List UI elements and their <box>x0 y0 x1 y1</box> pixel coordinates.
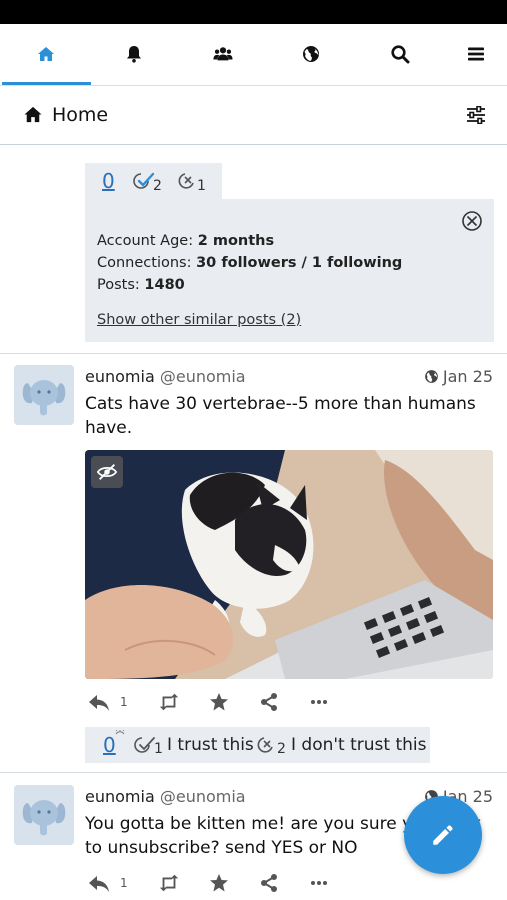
reply-count: 1 <box>120 695 128 709</box>
post-actions: 1 <box>88 690 338 714</box>
reply-button[interactable]: 1 <box>88 690 128 714</box>
post-content: Cats have 30 vertebrae--5 more than huma… <box>85 394 476 438</box>
date-text: Jan 25 <box>442 367 493 386</box>
page-title: Home <box>52 104 109 126</box>
favourite-button[interactable] <box>208 871 230 895</box>
tab-notifications[interactable] <box>90 24 178 84</box>
retweet-icon <box>159 874 179 892</box>
tab-home[interactable] <box>2 24 90 84</box>
distrust-count: 1 <box>197 178 206 194</box>
retweet-icon <box>159 693 179 711</box>
post-count: Posts: 1480 <box>97 277 185 293</box>
more-button[interactable] <box>308 871 330 895</box>
author[interactable]: eunomia @eunomia <box>85 787 246 806</box>
reply-count: 1 <box>120 876 128 890</box>
search-icon <box>391 45 410 64</box>
active-tab-indicator <box>2 82 91 85</box>
globe-icon <box>425 370 438 383</box>
distrust-count: 2 <box>277 741 286 757</box>
share-button[interactable] <box>258 690 280 714</box>
account-info-box: Account Age: 2 months Connections: 30 fo… <box>85 199 494 342</box>
tab-local[interactable] <box>179 24 267 84</box>
tab-federated[interactable] <box>267 24 355 84</box>
sliders-icon[interactable] <box>466 106 486 124</box>
reply-icon <box>89 695 109 711</box>
display-name: eunomia <box>85 787 155 806</box>
bell-icon <box>127 46 141 63</box>
divider <box>0 772 507 773</box>
boost-button[interactable] <box>158 690 180 714</box>
close-icon[interactable] <box>461 210 483 232</box>
avatar[interactable] <box>14 365 74 425</box>
pencil-icon <box>433 825 453 845</box>
ellipsis-icon <box>311 881 327 885</box>
account-age: Account Age: 2 months <box>97 233 275 249</box>
ellipsis-icon <box>311 700 327 704</box>
trust-check-icon[interactable] <box>133 171 155 191</box>
tab-menu[interactable] <box>432 24 507 84</box>
boost-button[interactable] <box>158 871 180 895</box>
star-icon <box>210 693 228 711</box>
star-icon <box>210 874 228 892</box>
globe-icon <box>303 46 319 62</box>
divider <box>0 353 507 354</box>
display-name: eunomia <box>85 367 155 386</box>
share-icon <box>261 693 277 711</box>
distrust-x-icon[interactable] <box>257 735 277 755</box>
compose-button[interactable] <box>404 796 482 874</box>
menu-icon <box>468 47 484 61</box>
author[interactable]: eunomia @eunomia <box>85 367 246 386</box>
more-button[interactable] <box>308 690 330 714</box>
favourite-button[interactable] <box>208 690 230 714</box>
cat-photo <box>85 450 493 679</box>
eye-slash-icon <box>96 464 118 480</box>
trust-label[interactable]: I trust this <box>167 735 254 755</box>
trust-score[interactable]: 0 <box>103 733 116 757</box>
trust-count: 2 <box>153 178 162 194</box>
trust-check-icon[interactable] <box>134 735 156 755</box>
post-date[interactable]: Jan 25 <box>424 367 493 386</box>
distrust-label[interactable]: I don't trust this <box>291 735 427 755</box>
column-header: Home <box>0 86 507 145</box>
eye-icon <box>115 730 125 735</box>
status-bar <box>0 0 507 24</box>
trust-count: 1 <box>154 741 163 757</box>
reply-icon <box>89 876 109 892</box>
distrust-x-icon[interactable] <box>178 171 198 191</box>
elephant-icon <box>14 785 74 845</box>
trust-bar: 0 2 1 <box>85 163 222 199</box>
connections: Connections: 30 followers / 1 following <box>97 255 403 271</box>
reply-button[interactable]: 1 <box>88 871 128 895</box>
post-image[interactable] <box>85 450 493 679</box>
post-actions: 1 <box>88 871 338 895</box>
home-icon <box>24 106 42 123</box>
trust-score[interactable]: 0 <box>102 169 115 193</box>
avatar[interactable] <box>14 785 74 845</box>
tab-search[interactable] <box>356 24 444 84</box>
elephant-icon <box>14 365 74 425</box>
trust-bar: 0 1 I trust this 2 I don't trust this <box>85 727 430 763</box>
hide-media-button[interactable] <box>91 456 123 488</box>
share-icon <box>261 874 277 892</box>
share-button[interactable] <box>258 871 280 895</box>
similar-posts-link[interactable]: Show other similar posts (2) <box>97 312 301 328</box>
handle: @eunomia <box>159 367 246 386</box>
home-icon <box>38 47 54 61</box>
handle: @eunomia <box>159 787 246 806</box>
users-icon <box>213 47 233 61</box>
top-navigation <box>0 24 507 86</box>
